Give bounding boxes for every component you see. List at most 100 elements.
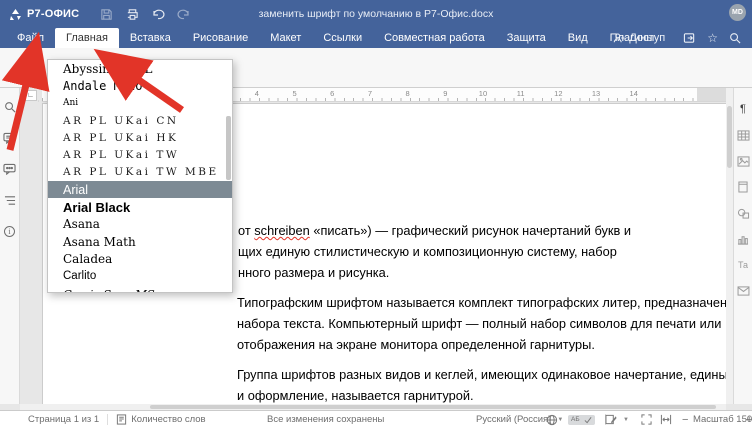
zoom-out-button[interactable]: − (677, 414, 693, 426)
header-footer-settings-icon[interactable] (736, 180, 750, 194)
menu-tabs: ФайлГлавнаяВставкаРисованиеМакетСсылкиСо… (6, 28, 665, 48)
font-dropdown-item[interactable]: AR PL UKai HK (48, 129, 232, 146)
brand-label: Р7-ОФИС (27, 8, 79, 20)
menu-tab[interactable]: Рисование (182, 28, 259, 48)
ruler-number: 9 (426, 89, 464, 98)
horizontal-scrollbar-thumb[interactable] (150, 405, 716, 409)
ruler-number: 12 (540, 89, 578, 98)
word-count-button[interactable]: Количество слов (116, 414, 205, 425)
ruler-number: 7 (351, 89, 389, 98)
paragraph-settings-icon[interactable]: ¶ (736, 102, 750, 116)
favorites-star-icon[interactable]: ☆ (707, 31, 718, 45)
language-label: Русский (Россия) (476, 414, 551, 425)
font-dropdown-item[interactable]: AR PL UKai TW (48, 146, 232, 163)
search-icon[interactable] (722, 32, 748, 44)
menu-tab[interactable]: Вставка (119, 28, 182, 48)
ruler-number: 11 (502, 89, 540, 98)
comments-icon[interactable] (3, 131, 17, 145)
fit-width-icon[interactable] (660, 414, 672, 425)
undo-icon[interactable] (145, 6, 171, 22)
vertical-scrollbar-thumb[interactable] (727, 106, 732, 168)
ruler-number: 5 (276, 89, 314, 98)
zoom-in-button[interactable]: + (741, 414, 752, 426)
title-bar: Р7-ОФИС заменить шрифт по умолчанию в Р7… (0, 0, 752, 28)
paragraph-3[interactable]: Группа шрифтов разных видов и кеглей, им… (237, 364, 752, 406)
ruler-right-margin (697, 88, 726, 101)
p2-line: Типографским шрифтом называется комплект… (237, 292, 752, 313)
menu-tab[interactable]: Макет (259, 28, 312, 48)
font-dropdown-item[interactable]: Ani (48, 95, 232, 112)
ruler-numbers: 4567891011121314 (238, 89, 653, 98)
spellcheck-label: АБ (571, 416, 580, 423)
p2-line: отображения на экране монитора определен… (237, 334, 752, 355)
textart-settings-icon[interactable]: Та (736, 258, 750, 272)
p1-line1: от schreiben «писать») — графический рис… (238, 220, 631, 241)
vertical-scrollbar[interactable] (726, 88, 733, 404)
word-count-label: Количество слов (131, 414, 205, 425)
redo-icon[interactable] (171, 6, 197, 22)
shape-settings-icon[interactable] (736, 206, 750, 220)
spellcheck-toggle[interactable]: АБ (568, 415, 595, 425)
headings-navigation-icon[interactable] (3, 193, 17, 207)
misspelled-word: schreiben (254, 223, 310, 238)
p3-line: Группа шрифтов разных видов и кеглей, им… (237, 364, 752, 385)
print-icon[interactable] (119, 6, 145, 22)
chart-settings-icon[interactable] (736, 232, 750, 246)
font-dropdown-item[interactable]: AR PL UKai CN (48, 112, 232, 129)
menu-tab[interactable]: Ссылки (312, 28, 373, 48)
ruler-number: 10 (464, 89, 502, 98)
ruler-number: 8 (389, 89, 427, 98)
track-changes-icon (605, 414, 617, 425)
menu-bar: ФайлГлавнаяВставкаРисованиеМакетСсылкиСо… (0, 28, 752, 48)
access-button[interactable]: Доступ (606, 32, 672, 44)
font-dropdown-item[interactable]: Arial (48, 181, 232, 198)
fit-page-icon[interactable] (641, 414, 652, 425)
p2-line: набора текста. Компьютерный шрифт — полн… (237, 313, 752, 334)
left-sidebar: i (0, 88, 20, 404)
access-label: Доступ (629, 32, 665, 44)
menu-right: Доступ ☆ (606, 28, 748, 48)
r7-logo-icon (9, 8, 22, 21)
app-window: Р7-ОФИС заменить шрифт по умолчанию в Р7… (0, 0, 752, 428)
ruler-number: 4 (238, 89, 276, 98)
open-file-location-icon[interactable] (676, 32, 703, 44)
brand: Р7-ОФИС (9, 8, 79, 21)
font-dropdown-item[interactable]: Asana Math (48, 233, 232, 250)
track-changes-button[interactable]: ▼ (605, 414, 629, 425)
paragraph-1[interactable]: от schreiben «писать») — графический рис… (238, 220, 631, 283)
right-sidebar: ¶ Та (733, 88, 752, 404)
ruler-number: 6 (313, 89, 351, 98)
tab-stop-selector[interactable]: ∟ (24, 90, 37, 101)
chat-icon[interactable] (3, 162, 17, 176)
paragraph-2[interactable]: Типографским шрифтом называется комплект… (237, 292, 752, 355)
find-icon[interactable] (3, 100, 17, 114)
menu-tab[interactable]: Вид (557, 28, 599, 48)
table-settings-icon[interactable] (736, 128, 750, 142)
about-icon[interactable]: i (3, 224, 17, 238)
page-indicator[interactable]: Страница 1 из 1 (28, 414, 99, 425)
font-dropdown-item[interactable]: Asana (48, 216, 232, 233)
font-dropdown-item[interactable]: Caladea (48, 250, 232, 267)
status-bar: Страница 1 из 1 Количество слов Все изме… (0, 410, 752, 428)
font-dropdown-scrollbar-thumb[interactable] (226, 116, 231, 180)
avatar[interactable]: MD (729, 4, 746, 21)
menu-tab[interactable]: Совместная работа (373, 28, 496, 48)
p3-line: и оформление, называется гарнитурой. (237, 385, 752, 406)
font-dropdown-item[interactable]: Comic Sans MS (48, 285, 232, 293)
document-language-icon[interactable] (546, 414, 558, 426)
menu-tab[interactable]: Файл (6, 28, 55, 48)
save-icon[interactable] (93, 6, 119, 22)
mailmerge-settings-icon[interactable] (736, 284, 750, 298)
menu-tab[interactable]: Защита (496, 28, 557, 48)
font-dropdown-item[interactable]: Abyssinica SIL (48, 60, 232, 77)
image-settings-icon[interactable] (736, 154, 750, 168)
font-dropdown-item[interactable]: Carlito (48, 268, 232, 285)
font-dropdown-item[interactable]: Arial Black (48, 198, 232, 215)
spellcheck-check-icon (584, 416, 592, 424)
menu-tab[interactable]: Главная (55, 28, 119, 48)
font-dropdown-item[interactable]: AR PL UKai TW MBE (48, 164, 232, 181)
person-icon (613, 32, 625, 44)
font-dropdown: Abyssinica SILAndale MonoAniAR PL UKai C… (47, 59, 233, 293)
p1-line2: щих единую стилистическую и композиционн… (238, 241, 631, 262)
font-dropdown-item[interactable]: Andale Mono (48, 77, 232, 94)
